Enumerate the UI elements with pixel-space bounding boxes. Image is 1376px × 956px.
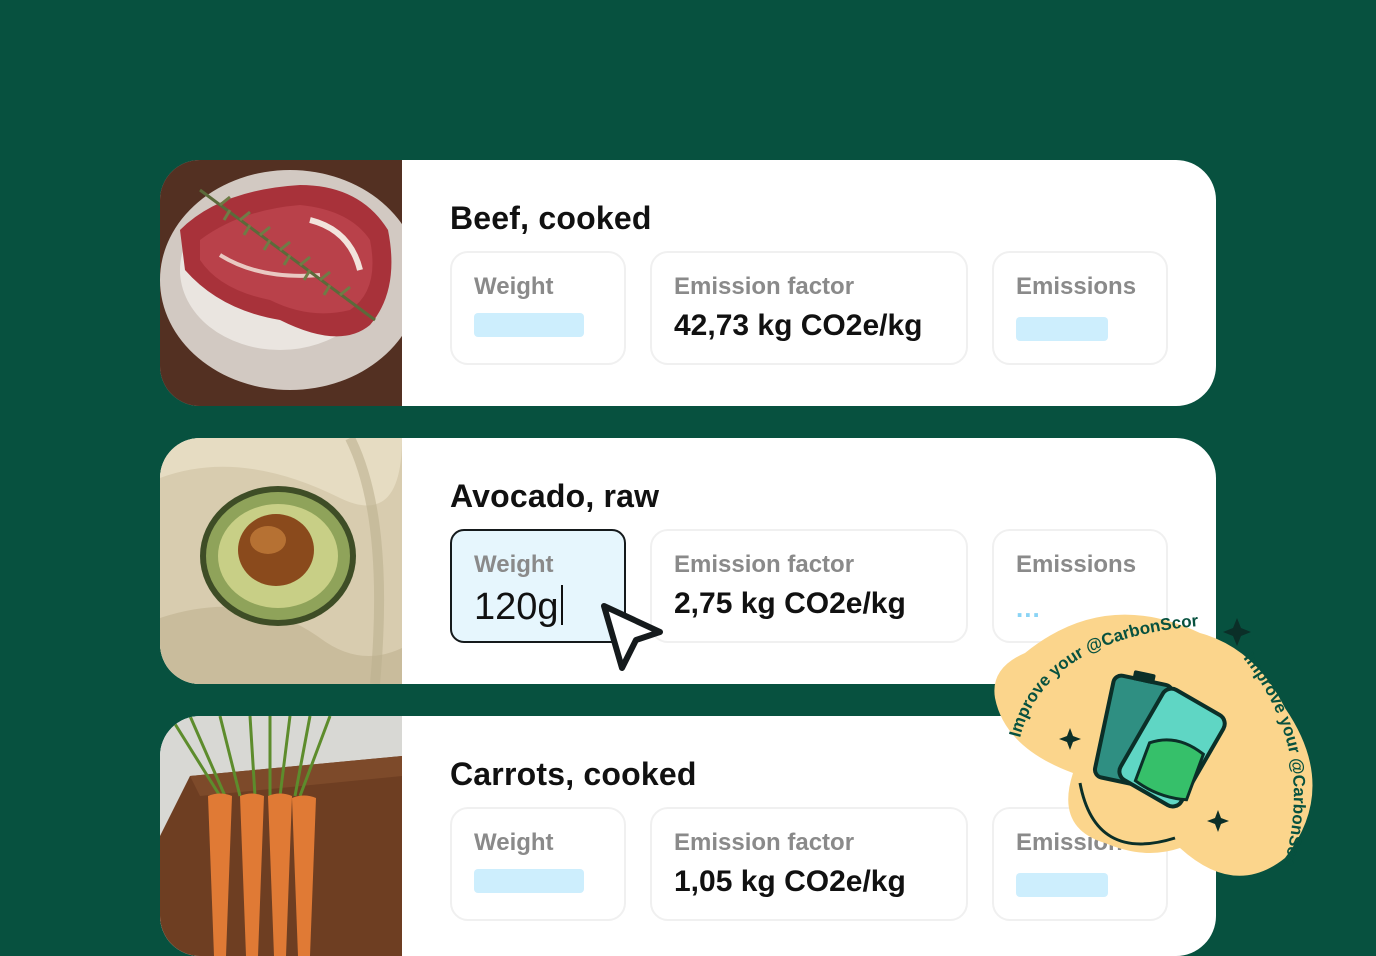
emission-factor-value: 1,05 kg CO2e/kg — [674, 865, 906, 898]
weight-label: Weight — [474, 273, 554, 300]
emission-factor-value: 42,73 kg CO2e/kg — [674, 309, 923, 342]
carrots-photo — [160, 716, 402, 956]
weight-field[interactable]: Weight — [450, 251, 626, 365]
weight-label: Weight — [474, 551, 554, 578]
text-caret — [560, 585, 563, 625]
food-title: Beef, cooked — [450, 200, 652, 236]
emissions-label: Emissions — [1016, 551, 1137, 578]
emission-factor-label: Emission factor — [674, 551, 855, 578]
weight-field[interactable]: Weight — [450, 807, 626, 921]
weight-label: Weight — [474, 829, 554, 856]
emission-factor-value: 2,75 kg CO2e/kg — [674, 587, 906, 620]
emissions-label: Emissions — [1016, 273, 1137, 300]
weight-value: 120g — [474, 586, 559, 628]
carbon-score-sticker: Improve your @CarbonScore Improve your @… — [985, 598, 1313, 876]
emission-factor-label: Emission factor — [674, 829, 855, 856]
emission-factor-field: Emission factor 2,75 kg CO2e/kg — [650, 529, 968, 643]
emission-factor-label: Emission factor — [674, 273, 855, 300]
emissions-placeholder — [1016, 317, 1108, 341]
food-title: Carrots, cooked — [450, 756, 697, 792]
emission-factor-field: Emission factor 1,05 kg CO2e/kg — [650, 807, 968, 921]
emission-factor-field: Emission factor 42,73 kg CO2e/kg — [650, 251, 968, 365]
mouse-pointer-icon — [601, 603, 663, 671]
avocado-photo — [160, 438, 402, 684]
weight-placeholder — [474, 869, 584, 893]
food-title: Avocado, raw — [450, 478, 660, 514]
weight-input-value[interactable]: 120g — [474, 585, 563, 629]
emissions-field: Emissions — [992, 251, 1168, 365]
weight-placeholder — [474, 313, 584, 337]
beef-photo — [160, 160, 402, 406]
food-card-beef: Beef, cooked Weight Emission factor 42,7… — [160, 160, 1216, 406]
